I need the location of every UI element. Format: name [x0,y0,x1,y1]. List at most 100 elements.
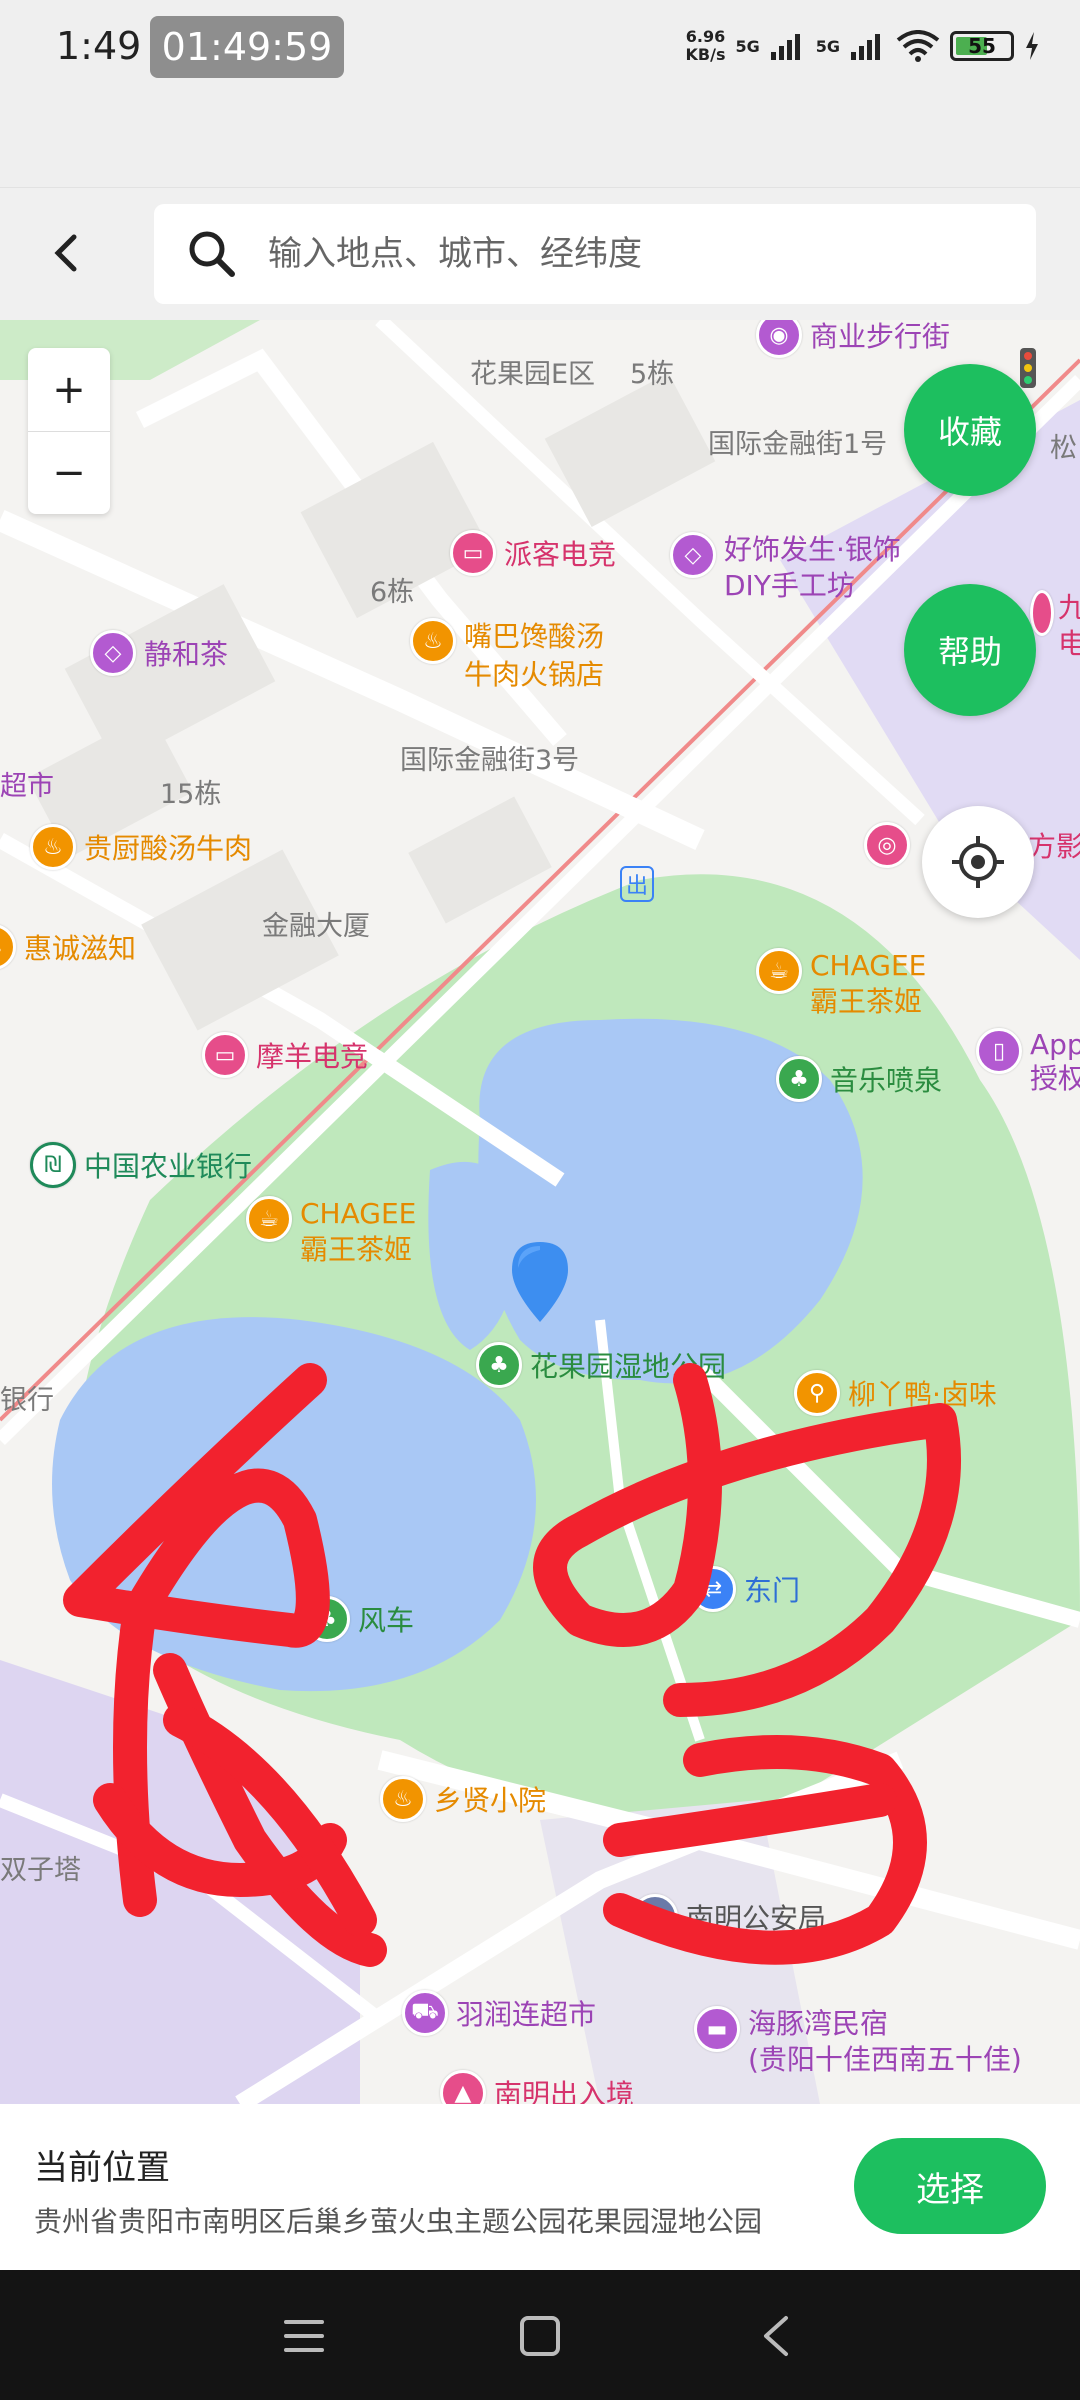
system-nav-bar [0,2270,1080,2400]
poi-label: 海豚湾民宿 [748,2007,889,2040]
map-label: 6栋 [370,577,415,608]
traffic-light-icon[interactable] [1018,348,1038,388]
monitor-icon: ▭ [450,530,496,576]
shop-icon: ◇ [670,532,716,578]
poi-label-line2: (贵阳十佳西南五十佳) [748,2043,1022,2076]
battery-icon: 55 [950,31,1014,61]
poi-label: 乡贤小院 [434,1784,547,1817]
poi-haitunwan-homestay[interactable]: ▬ 海豚湾民宿 (贵阳十佳西南五十佳) [694,2006,1022,2078]
poi-label-line2: DIY手工坊 [724,569,855,602]
poi-chagee-west[interactable]: ☕ CHAGEE 霸王茶姬 [246,1196,416,1268]
map-view[interactable]: 花果园E区 5栋 国际金融街1号 松 6栋 国际金融街3号 超市 15栋 金融大… [0,320,1080,2104]
zoom-in-button[interactable]: + [28,348,110,431]
tea-cup-icon: ☕ [246,1196,292,1242]
poi-label: 南明出入境 [494,2078,635,2104]
poi-chagee-east[interactable]: ☕ CHAGEE 霸王茶姬 [756,948,926,1020]
shop-icon [1030,590,1054,636]
poi-label: 柳丫鸭·卤味 [848,1378,997,1411]
poi-liuyaya[interactable]: ⚲ 柳丫鸭·卤味 [794,1370,997,1416]
search-input[interactable] [266,233,966,275]
map-label: 金融大厦 [262,911,370,942]
back-button[interactable] [30,218,100,288]
fork-knife-icon: ⚲ [794,1370,840,1416]
poi-yurun-supermarket[interactable]: ⛟ 羽润连超市 [402,1990,596,2036]
poi-music-fountain[interactable]: ♣ 音乐喷泉 [776,1056,942,1102]
signal-bars-icon [851,34,880,60]
poi-label-line2: 牛肉火锅店 [464,658,605,691]
poi-huicheng[interactable]: ♨惠诚滋知 [0,924,136,970]
poi-label: 摩羊电竞 [256,1040,369,1073]
locate-button[interactable] [922,806,1034,918]
poi-label-line2: 霸王茶姬 [810,985,923,1018]
poi-app-store[interactable]: ▯ App 授权 [976,1028,1080,1096]
poi-nanming-exit-entry[interactable]: ▲ 南明出入境 [440,2070,634,2104]
favorite-button[interactable]: 收藏 [904,364,1036,496]
signal-bars-icon [770,34,800,60]
park-icon: ♣ [776,1056,822,1102]
poi-label-line2: 电 [1058,627,1080,660]
park-icon: ♣ [476,1342,522,1388]
wifi-icon [896,30,940,62]
poi-jinghe-tea[interactable]: ◇ 静和茶 [90,630,228,676]
restaurant-icon: ♨ [380,1776,426,1822]
back-triangle-icon [764,2316,788,2356]
battery-level: 55 [968,34,996,58]
cart-icon: ⛟ [402,1990,448,2036]
back-nav-button[interactable] [748,2308,804,2364]
park-icon: ♣ [304,1596,350,1642]
map-label: 国际金融街1号 [708,429,888,460]
restaurant-icon: ♨ [410,618,456,664]
poi-paike-esports[interactable]: ▭ 派客电竞 [450,530,616,576]
network-speed: 6.96 KB/s [686,28,726,64]
bank-icon: ₪ [30,1142,76,1188]
home-button[interactable] [512,2308,568,2364]
poi-nanming-police[interactable]: ★ 南明公安局 [632,1894,826,1940]
map-label: 国际金融街3号 [400,745,580,776]
restaurant-icon: ♨ [0,924,16,970]
poi-label: 东门 [744,1574,801,1607]
gate-icon: ⇄ [690,1566,736,1612]
bed-icon: ▬ [694,2006,740,2052]
poi-moyang-esports[interactable]: ▭ 摩羊电竞 [202,1032,368,1078]
poi-label: 南明公安局 [686,1902,827,1935]
poi-haoshi-jewelry[interactable]: ◇ 好饰发生·银饰 DIY手工坊 [670,532,901,604]
shop-icon: ◇ [90,630,136,676]
map-label: 5栋 [630,359,675,390]
menu-button[interactable] [276,2308,332,2364]
poi-label: 静和茶 [144,638,229,671]
poi-guichu-beef[interactable]: ♨ 贵厨酸汤牛肉 [30,824,252,870]
map-label: 银行 [0,1385,54,1416]
poi-label: 羽润连超市 [456,1998,597,2031]
poi-east-gate[interactable]: ⇄ 东门 [690,1566,800,1612]
restaurant-icon: ♨ [30,824,76,870]
search-box[interactable] [154,204,1036,304]
status-time: 1:49 [56,24,142,68]
poi-label: 好饰发生·银饰 [724,533,901,566]
poi-label: 惠诚滋知 [24,932,137,965]
poi-label: 风车 [358,1604,415,1637]
poi-label: CHAGEE [300,1197,417,1230]
location-address: 贵州省贵阳市南明区后巢乡萤火虫主题公园花果园湿地公园 [34,2205,763,2238]
poi-windmill[interactable]: ♣ 风车 [304,1596,414,1642]
poi-huaguoyuan-wetland-park[interactable]: ♣ 花果园湿地公园 [476,1342,726,1388]
poi-label: 方影城 [1028,830,1080,863]
select-button[interactable]: 选择 [854,2138,1046,2234]
poi-label: 中国农业银行 [84,1150,253,1183]
current-location-panel: 当前位置 贵州省贵阳市南明区后巢乡萤火虫主题公园花果园湿地公园 选择 [0,2104,1080,2270]
poi-xiangxian-yard[interactable]: ♨ 乡贤小院 [380,1776,546,1822]
poi-label-line2: 授权 [1030,1062,1080,1095]
poi-label-line2: 霸王茶姬 [300,1233,413,1266]
poi-label: App [1030,1028,1080,1061]
location-pin-icon[interactable] [510,1240,570,1324]
help-button[interactable]: 帮助 [904,584,1036,716]
gov-icon: ▲ [440,2070,486,2104]
exit-sign: 出 [620,866,655,902]
poi-zuiba-hotpot[interactable]: ♨ 嘴巴馋酸汤 牛肉火锅店 [410,618,604,694]
poi-commercial-street[interactable]: ◉ 商业步行街 [756,320,950,358]
film-icon: ◎ [864,822,910,868]
map-label: 松 [1050,433,1077,464]
police-icon: ★ [632,1894,678,1940]
poi-jiu[interactable]: 九电 [1030,590,1080,662]
zoom-out-button[interactable]: − [28,431,110,514]
poi-agri-bank[interactable]: ₪ 中国农业银行 [30,1142,252,1188]
